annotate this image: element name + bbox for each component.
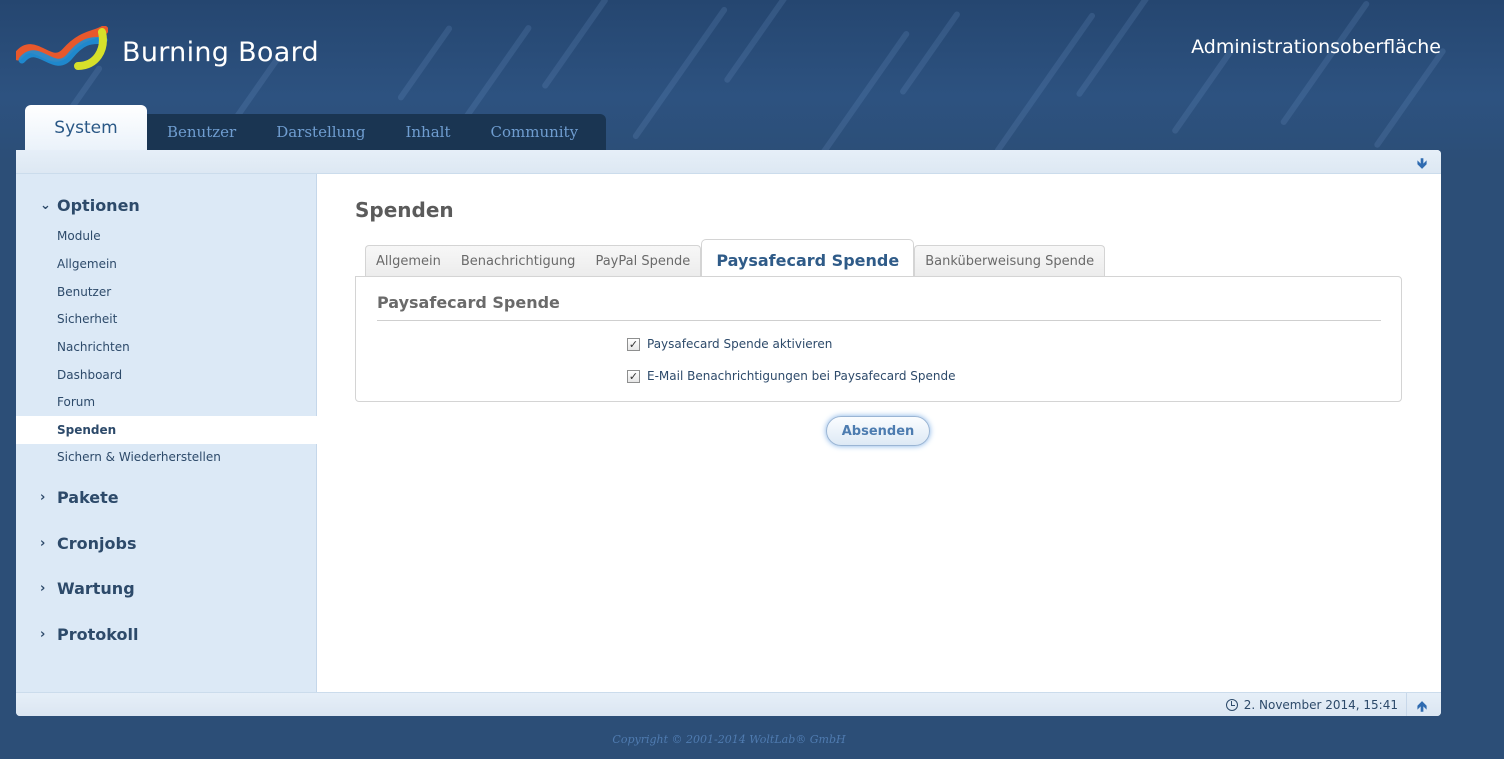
sidebar-item-nachrichten[interactable]: Nachrichten xyxy=(16,333,317,361)
submit-button[interactable]: Absenden xyxy=(826,416,930,446)
settings-panel: Paysafecard Spende ✓ Paysafecard Spende … xyxy=(355,276,1402,402)
option-label[interactable]: E-Mail Benachrichtigungen bei Paysafecar… xyxy=(647,369,955,383)
sub-tab-group-left: Allgemein Benachrichtigung PayPal Spende xyxy=(365,245,702,277)
sidebar-section-cronjobs[interactable]: › Cronjobs xyxy=(40,534,136,553)
arrow-down-icon[interactable]: 🡻 xyxy=(1417,153,1427,177)
panel-title: Paysafecard Spende xyxy=(377,293,1381,321)
main-container: 🡻 ⌄ Optionen Module Allgemein Benutzer S… xyxy=(16,150,1441,716)
top-bar: 🡻 xyxy=(16,150,1441,174)
sub-tabs: Allgemein Benachrichtigung PayPal Spende… xyxy=(365,239,1106,277)
sidebar-item-module[interactable]: Module xyxy=(16,222,317,250)
sidebar: ⌄ Optionen Module Allgemein Benutzer Sic… xyxy=(16,174,317,692)
sub-tab-group-right: Banküberweisung Spende xyxy=(914,245,1106,277)
sidebar-item-allgemein[interactable]: Allgemein xyxy=(16,250,317,278)
checkbox-paysafecard-aktivieren[interactable]: ✓ xyxy=(627,337,640,351)
datetime-text: 2. November 2014, 15:41 xyxy=(1243,698,1398,712)
tab-bankueberweisung-spende[interactable]: Banküberweisung Spende xyxy=(915,246,1104,277)
main-tab-inhalt[interactable]: Inhalt xyxy=(385,114,470,150)
sidebar-section-pakete[interactable]: › Pakete xyxy=(40,488,119,507)
sidebar-section-label: Protokoll xyxy=(57,625,139,644)
sidebar-item-sichern-wiederherstellen[interactable]: Sichern & Wiederherstellen xyxy=(16,443,317,471)
option-label[interactable]: Paysafecard Spende aktivieren xyxy=(647,337,832,351)
main-tab-benutzer[interactable]: Benutzer xyxy=(147,114,256,150)
main-navigation: System Benutzer Darstellung Inhalt Commu… xyxy=(25,105,607,151)
main-tab-system[interactable]: System xyxy=(25,105,147,151)
logo[interactable]: Burning Board xyxy=(16,26,336,78)
tab-benachrichtigung[interactable]: Benachrichtigung xyxy=(451,246,586,277)
sidebar-section-label: Wartung xyxy=(57,579,135,598)
sidebar-section-label: Pakete xyxy=(57,488,119,507)
arrow-up-icon[interactable]: 🡹 xyxy=(1417,696,1427,716)
sidebar-section-protokoll[interactable]: › Protokoll xyxy=(40,625,138,644)
sidebar-section-wartung[interactable]: › Wartung xyxy=(40,579,135,598)
option-email-benachrichtigungen: ✓ E-Mail Benachrichtigungen bei Paysafec… xyxy=(627,369,955,383)
footer-divider xyxy=(1406,693,1407,716)
logo-text: Burning Board xyxy=(122,36,319,68)
sidebar-section-optionen[interactable]: ⌄ Optionen xyxy=(40,196,140,215)
main-tab-group: Benutzer Darstellung Inhalt Community xyxy=(147,114,607,150)
sidebar-item-benutzer[interactable]: Benutzer xyxy=(16,278,317,306)
footer-datetime: 2. November 2014, 15:41 xyxy=(1225,698,1398,712)
copyright: Copyright © 2001-2014 WoltLab® GmbH xyxy=(612,733,846,746)
tab-paypal-spende[interactable]: PayPal Spende xyxy=(585,246,700,277)
admin-title: Administrationsoberfläche xyxy=(1191,36,1441,58)
sidebar-item-sicherheit[interactable]: Sicherheit xyxy=(16,305,317,333)
chevron-right-icon: › xyxy=(40,627,46,642)
main-tab-darstellung[interactable]: Darstellung xyxy=(256,114,385,150)
sidebar-item-dashboard[interactable]: Dashboard xyxy=(16,361,317,389)
sidebar-item-spenden[interactable]: Spenden xyxy=(16,416,317,444)
burning-board-logo-icon xyxy=(16,26,108,70)
checkbox-email-benachrichtigungen[interactable]: ✓ xyxy=(627,369,640,383)
main-tab-community[interactable]: Community xyxy=(470,114,598,150)
option-paysafecard-aktivieren: ✓ Paysafecard Spende aktivieren xyxy=(627,337,832,351)
sidebar-section-label: Cronjobs xyxy=(57,534,137,553)
chevron-right-icon: › xyxy=(40,536,46,551)
tab-paysafecard-spende[interactable]: Paysafecard Spende xyxy=(701,239,915,277)
chevron-right-icon: › xyxy=(40,581,46,596)
page-title: Spenden xyxy=(355,198,454,222)
clock-icon xyxy=(1225,699,1238,711)
sidebar-section-label: Optionen xyxy=(57,196,140,215)
footer-bar: 2. November 2014, 15:41 🡹 xyxy=(16,692,1441,716)
sidebar-item-forum[interactable]: Forum xyxy=(16,388,317,416)
chevron-down-icon: ⌄ xyxy=(40,198,51,213)
tab-allgemein[interactable]: Allgemein xyxy=(366,246,451,277)
chevron-right-icon: › xyxy=(40,490,46,505)
